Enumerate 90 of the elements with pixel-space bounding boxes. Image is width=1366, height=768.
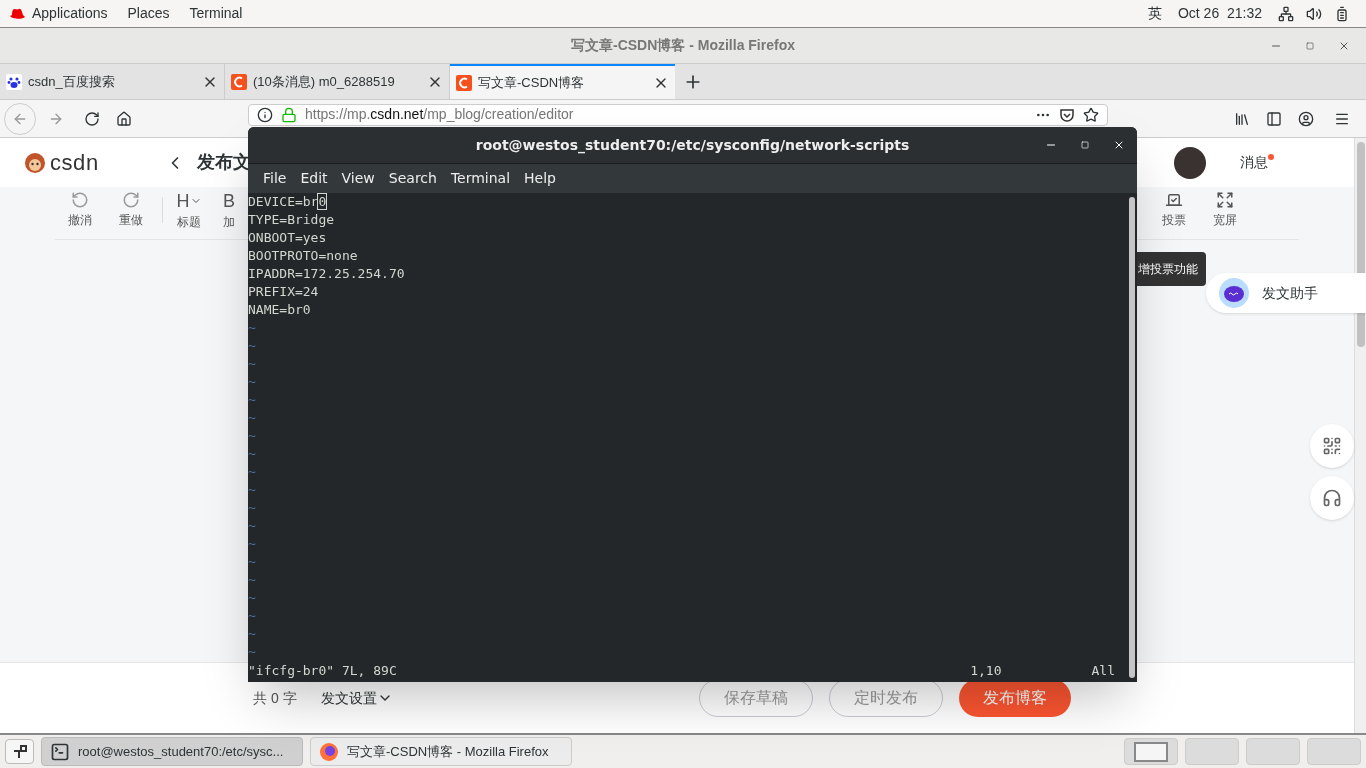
- word-count: 共 0 字: [253, 688, 297, 708]
- monkey-logo-icon: [24, 151, 46, 174]
- taskbar-button[interactable]: 写文章-CSDN博客 - Mozilla Firefox: [310, 737, 572, 766]
- toolbar-button[interactable]: H 标题: [169, 187, 209, 231]
- sidebar-icon[interactable]: [1266, 110, 1282, 127]
- top-menu[interactable]: Places: [127, 3, 170, 24]
- window-title: 写文章-CSDN博客 - Mozilla Firefox: [571, 36, 795, 55]
- show-desktop-button[interactable]: [5, 739, 34, 764]
- menu-item[interactable]: Edit: [293, 168, 335, 189]
- account-icon[interactable]: [1298, 110, 1314, 127]
- tilde-line: ~: [248, 607, 256, 625]
- code-line: NAME=br0: [248, 301, 311, 319]
- url-field[interactable]: https://mp.csdn.net/mp_blog/creation/editor: [248, 103, 1108, 126]
- redo-icon: [122, 191, 140, 209]
- tilde-line: ~: [248, 553, 256, 571]
- top-menu[interactable]: Terminal: [189, 3, 243, 24]
- tilde-line: ~: [248, 571, 256, 589]
- hat-icon: [8, 6, 26, 21]
- logo-text: csdn: [50, 149, 99, 177]
- star-icon[interactable]: [1083, 106, 1099, 123]
- code-line: PREFIX=24: [248, 283, 319, 301]
- workspace-button[interactable]: [1124, 738, 1178, 765]
- browser-tab[interactable]: 写文章-CSDN博客: [450, 64, 675, 99]
- battery-icon: [1334, 5, 1350, 22]
- taskbar-button[interactable]: root@westos_student70:/etc/sysc...: [41, 737, 303, 766]
- assistant-button[interactable]: 发文助手: [1206, 273, 1366, 313]
- tilde-line: ~: [248, 445, 256, 463]
- expand-icon: [1216, 191, 1234, 209]
- tilde-line: ~: [248, 481, 256, 499]
- file-info: "ifcfg-br0" 7L, 89C: [248, 662, 397, 680]
- tilde-line: ~: [248, 355, 256, 373]
- menu-item[interactable]: Search: [381, 168, 444, 189]
- support-button[interactable]: [1310, 476, 1354, 520]
- tilde-line: ~: [248, 319, 256, 337]
- code-line: BOOTPROTO=none: [248, 247, 358, 265]
- menu-item[interactable]: File: [256, 168, 294, 189]
- code-line: IPADDR=172.25.254.70: [248, 265, 405, 283]
- tilde-line: ~: [248, 391, 256, 409]
- toolbar-button[interactable]: 撤消: [60, 187, 100, 229]
- paw-icon: [6, 73, 22, 90]
- menu-item[interactable]: View: [334, 168, 382, 189]
- messages-link[interactable]: 消息: [1240, 152, 1268, 173]
- undo-icon: [71, 191, 89, 209]
- toolbar-button[interactable]: B 加: [220, 187, 238, 231]
- headset-icon: [1322, 488, 1342, 508]
- reload-button[interactable]: [84, 110, 100, 127]
- menu-item[interactable]: Help: [517, 168, 563, 189]
- pocket-icon[interactable]: [1059, 106, 1075, 123]
- menu-item[interactable]: Terminal: [443, 168, 518, 189]
- qr-code-button[interactable]: [1310, 424, 1354, 468]
- info-icon: [257, 106, 273, 123]
- top-menu[interactable]: Applications: [32, 3, 108, 24]
- tilde-line: ~: [248, 427, 256, 445]
- code-line: TYPE=Bridge: [248, 211, 335, 229]
- code-line: DEVICE=br0: [248, 193, 327, 211]
- lock-icon: [281, 106, 297, 123]
- terminal-icon: [50, 741, 70, 762]
- tilde-line: ~: [248, 535, 256, 553]
- qr-code-icon: [1322, 436, 1342, 456]
- c-letter-icon: [456, 74, 472, 91]
- settings-dropdown[interactable]: 发文设置: [320, 687, 393, 709]
- tilde-line: ~: [248, 373, 256, 391]
- network-icon: [1278, 5, 1294, 22]
- tilde-line: ~: [248, 499, 256, 517]
- scroll-position: All: [1091, 662, 1115, 680]
- close-button[interactable]: [1113, 139, 1125, 151]
- cursor-position: 1,10: [970, 662, 1002, 680]
- tilde-line: ~: [248, 409, 256, 427]
- volume-icon: [1306, 5, 1322, 22]
- tilde-line: ~: [248, 517, 256, 535]
- tilde-line: ~: [248, 589, 256, 607]
- terminal-title: root@westos_student70:/etc/sysconfig/network-scripts: [475, 135, 910, 156]
- browser-tab[interactable]: csdn_百度搜索: [0, 64, 225, 99]
- c-letter-icon: [231, 73, 247, 90]
- library-icon[interactable]: [1234, 110, 1250, 127]
- ballot-icon: [1165, 191, 1183, 209]
- code-line: ONBOOT=yes: [248, 229, 327, 247]
- toolbar-button[interactable]: 重做: [111, 187, 151, 229]
- clock[interactable]: Oct 26 21:32: [1177, 3, 1262, 24]
- avatar-placeholder: [1174, 146, 1206, 179]
- toolbar-button[interactable]: 投票: [1154, 187, 1194, 229]
- toolbar-button[interactable]: 宽屏: [1205, 187, 1245, 229]
- scrollbar[interactable]: [1354, 138, 1366, 733]
- tilde-line: ~: [248, 625, 256, 643]
- tilde-line: ~: [248, 463, 256, 481]
- home-button[interactable]: [116, 110, 132, 127]
- browser-tab[interactable]: (10条消息) m0_6288519: [225, 64, 450, 99]
- tilde-line: ~: [248, 643, 256, 661]
- input-method-indicator: 英: [1147, 4, 1162, 23]
- tilde-line: ~: [248, 337, 256, 355]
